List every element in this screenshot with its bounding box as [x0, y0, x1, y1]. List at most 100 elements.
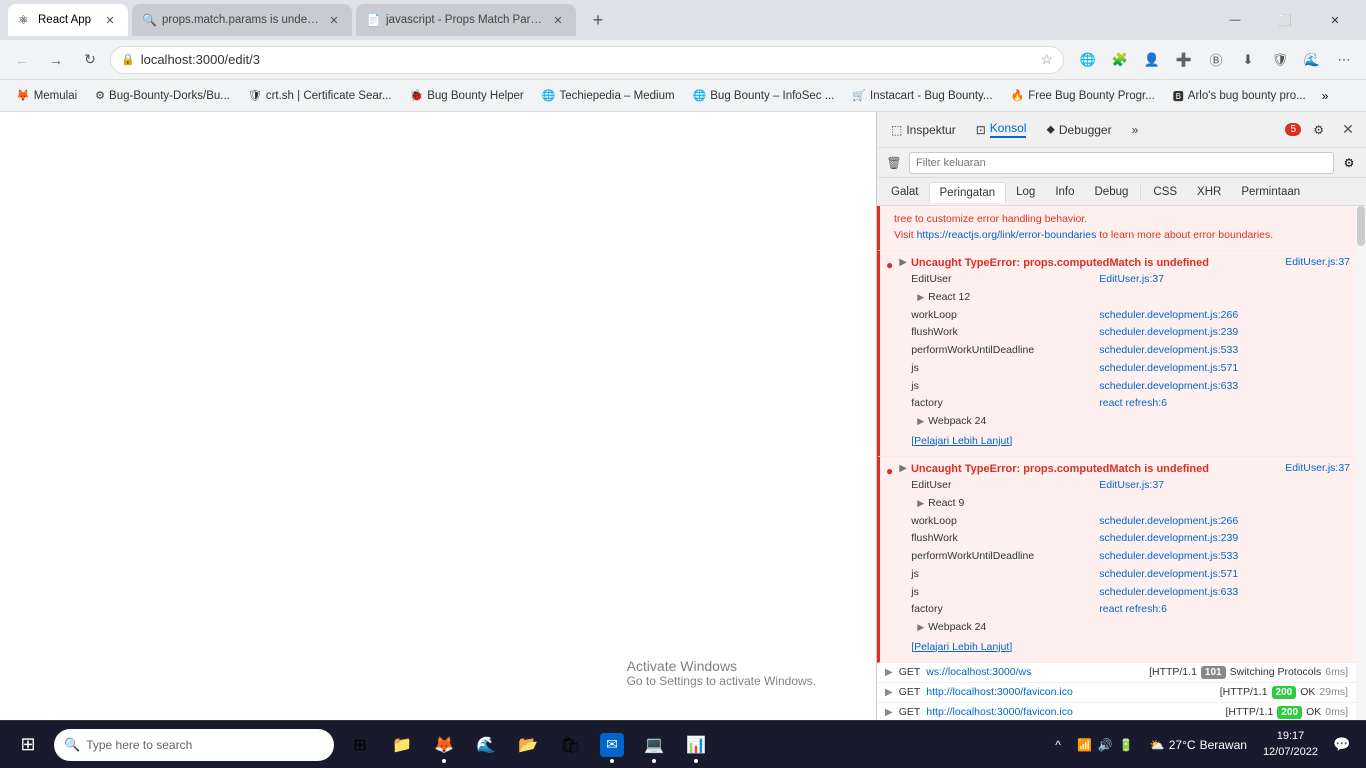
- bookmark-bug-bounty[interactable]: ⚙ Bug-Bounty-Dorks/Bu...: [87, 86, 238, 105]
- stack-loc-factory2[interactable]: react refresh:6: [1099, 602, 1167, 618]
- learn-more-link-2[interactable]: [Pelajari Lebih Lanjut]: [899, 638, 1024, 658]
- stack-loc-flushwork2[interactable]: scheduler.development.js:239: [1099, 531, 1238, 547]
- taskbar-task-view[interactable]: ⊞: [340, 723, 380, 767]
- stack-loc-factory1[interactable]: react refresh:6: [1099, 396, 1167, 412]
- devtools-close-btn[interactable]: ✕: [1336, 118, 1360, 142]
- refresh-button[interactable]: ↻: [76, 46, 104, 74]
- trash-icon[interactable]: 🗑: [883, 152, 905, 174]
- bookmark-instacart[interactable]: 🛒 Instacart - Bug Bounty...: [844, 86, 1000, 105]
- stack-loc-workloop1[interactable]: scheduler.development.js:266: [1099, 308, 1238, 324]
- net-expand-1[interactable]: ▶: [885, 687, 893, 698]
- console-scrollbar[interactable]: [1356, 206, 1366, 768]
- level-tab-log[interactable]: Log: [1006, 182, 1045, 202]
- net-url-2[interactable]: http://localhost:3000/favicon.ico: [926, 706, 1073, 718]
- taskbar-search[interactable]: 🔍 Type here to search: [54, 729, 334, 761]
- react-expand-1[interactable]: ▶ React 12: [899, 289, 1350, 307]
- notification-button[interactable]: 💬: [1328, 723, 1356, 767]
- bookmark-techiepedia[interactable]: 🌐 Techiepedia – Medium: [534, 86, 683, 105]
- taskbar-file-explorer[interactable]: 📁: [382, 723, 422, 767]
- shield-icon[interactable]: 🛡: [1266, 46, 1294, 74]
- system-tray-hidden[interactable]: ^: [1049, 723, 1067, 767]
- taskbar-vscode[interactable]: 💻: [634, 723, 674, 767]
- error-source-1[interactable]: EditUser.js:37: [1285, 255, 1350, 271]
- level-tab-error[interactable]: Galat: [881, 182, 929, 202]
- net-url-0[interactable]: ws://localhost:3000/ws: [926, 666, 1031, 678]
- stack-loc-edituser2[interactable]: EditUser.js:37: [1099, 478, 1164, 494]
- back-button[interactable]: ←: [8, 46, 36, 74]
- system-tray-icons[interactable]: 📶 🔊 🔋: [1071, 723, 1140, 767]
- close-button[interactable]: ✕: [1312, 4, 1358, 36]
- taskbar-mail[interactable]: ✉: [592, 723, 632, 767]
- new-tab-button[interactable]: +: [584, 6, 612, 34]
- forward-button[interactable]: →: [42, 46, 70, 74]
- learn-more-link-1[interactable]: [Pelajari Lebih Lanjut]: [899, 432, 1024, 452]
- error-expand-1[interactable]: ▶: [899, 255, 907, 270]
- tab-close-3[interactable]: ✕: [550, 12, 566, 28]
- extensions-icon[interactable]: 🧩: [1106, 46, 1134, 74]
- taskbar-store[interactable]: 🛍: [550, 723, 590, 767]
- bookmark-infosec[interactable]: 🌐 Bug Bounty – InfoSec ...: [685, 86, 843, 105]
- error-expand-2[interactable]: ▶: [899, 461, 907, 476]
- weather-widget[interactable]: ⛅ 27°C Berawan: [1144, 723, 1253, 767]
- filter-settings-icon[interactable]: ⚙: [1338, 152, 1360, 174]
- tab-javascript[interactable]: 📄 javascript - Props Match Para... ✕: [356, 4, 576, 36]
- level-tab-info[interactable]: Info: [1045, 182, 1084, 202]
- error-source-2[interactable]: EditUser.js:37: [1285, 461, 1350, 477]
- start-button[interactable]: ⊞: [4, 721, 52, 768]
- tab-props-match[interactable]: 🔍 props.match.params is undefin... ✕: [132, 4, 352, 36]
- stack-loc-js1a[interactable]: scheduler.development.js:571: [1099, 361, 1238, 377]
- stack-loc-perform1[interactable]: scheduler.development.js:533: [1099, 343, 1238, 359]
- net-url-1[interactable]: http://localhost:3000/favicon.ico: [926, 686, 1073, 698]
- tab-close-react[interactable]: ✕: [102, 12, 118, 28]
- level-tab-css[interactable]: CSS: [1143, 182, 1187, 202]
- webpack-expand-1[interactable]: ▶ Webpack 24: [899, 413, 1350, 431]
- bookmark-crtsh[interactable]: 🛡 crt.sh | Certificate Sear...: [240, 86, 400, 105]
- error-boundaries-link[interactable]: https://reactjs.org/link/error-boundarie…: [917, 229, 1097, 241]
- system-clock[interactable]: 19:17 12/07/2022: [1257, 723, 1324, 767]
- stack-loc-flushwork1[interactable]: scheduler.development.js:239: [1099, 325, 1238, 341]
- bookmark-more[interactable]: »: [1316, 86, 1335, 106]
- net-expand-0[interactable]: ▶: [885, 667, 893, 678]
- stack-loc-workloop2[interactable]: scheduler.development.js:266: [1099, 514, 1238, 530]
- webpack-expand-2[interactable]: ▶ Webpack 24: [899, 619, 1350, 637]
- stack-loc-1[interactable]: EditUser.js:37: [1099, 272, 1164, 288]
- taskbar-firefox[interactable]: 🦊: [424, 723, 464, 767]
- menu-icon[interactable]: ⋯: [1330, 46, 1358, 74]
- add-extension-icon[interactable]: ➕: [1170, 46, 1198, 74]
- maximize-button[interactable]: ⬜: [1262, 4, 1308, 36]
- devtools-settings-btn[interactable]: ⚙: [1305, 120, 1332, 140]
- level-tab-warning[interactable]: Peringatan: [929, 182, 1007, 203]
- devtools-more-btn[interactable]: »: [1124, 120, 1147, 140]
- taskbar-powerpoint[interactable]: 📊: [676, 723, 716, 767]
- devtools-debugger-btn[interactable]: ⬥ Debugger: [1038, 119, 1119, 140]
- devtools-console-btn[interactable]: ⊡ Konsol: [968, 118, 1035, 141]
- minimize-button[interactable]: —: [1212, 4, 1258, 36]
- scrollbar-thumb[interactable]: [1357, 206, 1365, 246]
- tab-close-2[interactable]: ✕: [326, 12, 342, 28]
- edge-icon[interactable]: 🌊: [1298, 46, 1326, 74]
- taskbar-edge[interactable]: 🌊: [466, 723, 506, 767]
- bing-icon[interactable]: Ⓑ: [1202, 46, 1230, 74]
- stack-loc-js2b[interactable]: scheduler.development.js:633: [1099, 585, 1238, 601]
- react-expand-2[interactable]: ▶ React 9: [899, 495, 1350, 513]
- stack-loc-js1b[interactable]: scheduler.development.js:633: [1099, 379, 1238, 395]
- console-filter-input[interactable]: [909, 152, 1334, 174]
- stack-loc-js2a[interactable]: scheduler.development.js:571: [1099, 567, 1238, 583]
- devtools-inspect-btn[interactable]: ⬚ Inspektur: [883, 120, 964, 140]
- taskbar-files[interactable]: 📂: [508, 723, 548, 767]
- level-tab-request[interactable]: Permintaan: [1231, 182, 1310, 202]
- star-icon[interactable]: ☆: [1040, 51, 1053, 68]
- translate-icon[interactable]: 🌐: [1074, 46, 1102, 74]
- stack-loc-perform2[interactable]: scheduler.development.js:533: [1099, 549, 1238, 565]
- profile-icon[interactable]: 👤: [1138, 46, 1166, 74]
- bookmark-free-bounty[interactable]: 🔥 Free Bug Bounty Progr...: [1003, 86, 1163, 105]
- tab-react-app[interactable]: ⚛ React App ✕: [8, 4, 128, 36]
- address-bar[interactable]: 🔒 localhost:3000/edit/3 ☆: [110, 46, 1064, 74]
- net-expand-2[interactable]: ▶: [885, 707, 893, 718]
- level-tab-xhr[interactable]: XHR: [1187, 182, 1231, 202]
- bookmark-bug-helper[interactable]: 🐞 Bug Bounty Helper: [402, 86, 532, 105]
- download-icon[interactable]: ⬇: [1234, 46, 1262, 74]
- level-tab-debug[interactable]: Debug: [1085, 182, 1139, 202]
- bookmark-memulai[interactable]: 🦊 Memulai: [8, 86, 85, 105]
- bookmark-arlo[interactable]: 🅱 Arlo's bug bounty pro...: [1165, 85, 1314, 107]
